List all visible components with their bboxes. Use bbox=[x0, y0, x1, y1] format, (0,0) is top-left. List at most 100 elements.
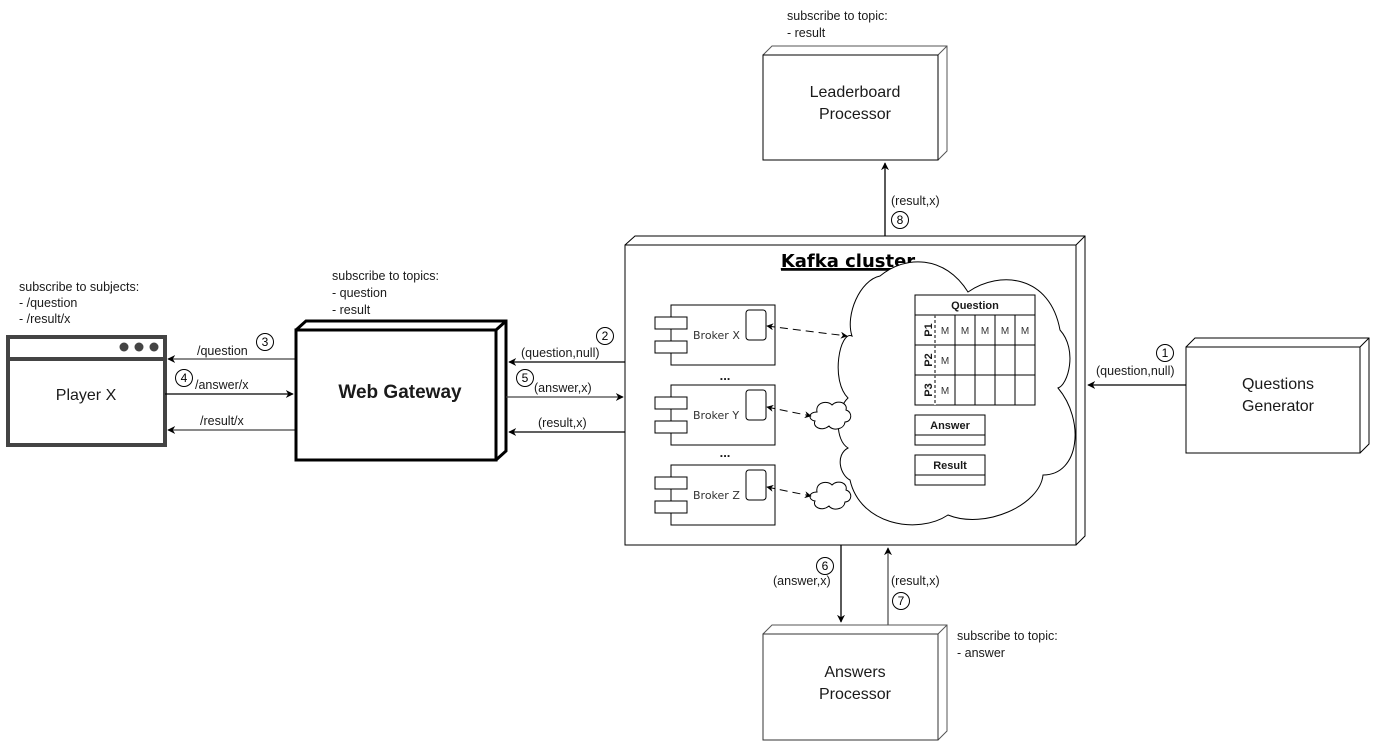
web-gateway-title: Web Gateway bbox=[338, 382, 462, 403]
player-note-line: - /question bbox=[19, 296, 77, 310]
broker-label: Broker Z bbox=[693, 489, 740, 502]
svg-text:8: 8 bbox=[897, 213, 904, 227]
broker-component: Broker Z bbox=[654, 464, 776, 526]
question-topic-title: Question bbox=[951, 300, 999, 312]
partition-row: P1 M M M M M bbox=[914, 314, 1036, 346]
question-topic-table: Question P1 M M M M M P2 M P3 M bbox=[914, 294, 1036, 406]
svg-text:3: 3 bbox=[262, 335, 269, 349]
message-label: M bbox=[941, 356, 949, 367]
flow-label: /result/x bbox=[200, 414, 245, 428]
web-gateway-node: Web Gateway bbox=[294, 319, 508, 462]
flow-label: (question,null) bbox=[521, 346, 600, 360]
message-label: M bbox=[941, 386, 949, 397]
answers-processor-note-line: subscribe to topic: bbox=[957, 629, 1058, 643]
architecture-diagram: subscribe to subjects: - /question - /re… bbox=[6, 9, 1370, 741]
step-badge: 6 bbox=[816, 557, 834, 575]
player-x-title: Player X bbox=[56, 387, 117, 404]
svg-text:6: 6 bbox=[822, 559, 829, 573]
partition-label: P3 bbox=[923, 383, 935, 396]
flow-answer-to-gateway: /answer/x 4 bbox=[165, 369, 294, 398]
player-x-window: Player X bbox=[6, 335, 167, 447]
message-label: M bbox=[981, 326, 989, 337]
flow-answer-to-processor: (answer,x) 6 bbox=[773, 545, 845, 623]
broker-label: Broker Y bbox=[693, 409, 739, 422]
questions-generator-title: Generator bbox=[1242, 398, 1315, 415]
message-cell bbox=[1014, 344, 1036, 376]
broker-component: Broker X bbox=[654, 304, 776, 366]
answers-processor-note-line: - answer bbox=[957, 646, 1005, 660]
message-label: M bbox=[1021, 326, 1029, 337]
brokers: Broker X Broker Y Broker Z bbox=[654, 304, 776, 526]
step-badge: 5 bbox=[516, 369, 534, 387]
message-label: M bbox=[961, 326, 969, 337]
leaderboard-note: subscribe to topic: - result bbox=[787, 9, 888, 40]
player-note-line: subscribe to subjects: bbox=[19, 280, 139, 294]
answers-processor-title: Processor bbox=[819, 686, 892, 703]
partition-label: P2 bbox=[923, 353, 935, 366]
answers-processor-note: subscribe to topic: - answer bbox=[957, 629, 1058, 660]
svg-text:2: 2 bbox=[602, 329, 609, 343]
broker-label: Broker X bbox=[693, 329, 740, 342]
message-cell bbox=[974, 344, 996, 376]
flow-label: (question,null) bbox=[1096, 364, 1175, 378]
answers-processor-node: Answers Processor bbox=[762, 624, 948, 741]
gateway-note: subscribe to topics: - question - result bbox=[332, 269, 439, 317]
message-label: M bbox=[1001, 326, 1009, 337]
partition-label: P1 bbox=[923, 323, 935, 336]
flow-label: (answer,x) bbox=[773, 574, 831, 588]
broker-component: Broker Y bbox=[654, 384, 776, 446]
flow-result-to-player: /result/x bbox=[167, 414, 295, 434]
gateway-note-line: - question bbox=[332, 286, 387, 300]
broker-ellipsis: ... bbox=[720, 445, 731, 460]
flow-result-to-gateway: (result,x) bbox=[508, 416, 625, 436]
gateway-note-line: - result bbox=[332, 303, 371, 317]
gateway-note-line: subscribe to topics: bbox=[332, 269, 439, 283]
message-cell bbox=[954, 344, 976, 376]
player-note: subscribe to subjects: - /question - /re… bbox=[19, 280, 139, 326]
leaderboard-note-line: - result bbox=[787, 26, 826, 40]
questions-generator-title: Questions bbox=[1242, 376, 1314, 393]
svg-text:4: 4 bbox=[181, 371, 188, 385]
flow-label: (answer,x) bbox=[534, 381, 592, 395]
partition-row: P2 M bbox=[914, 344, 1036, 376]
window-dot-icon bbox=[119, 342, 129, 352]
step-badge: 4 bbox=[175, 369, 193, 387]
message-label: M bbox=[941, 326, 949, 337]
flow-answer-to-kafka: (answer,x) 5 bbox=[506, 369, 624, 401]
answer-topic: Answer bbox=[914, 414, 986, 446]
step-badge: 7 bbox=[892, 592, 910, 610]
leaderboard-processor-title: Leaderboard bbox=[810, 84, 901, 101]
leaderboard-processor-title: Processor bbox=[819, 106, 892, 123]
partition-row: P3 M bbox=[914, 374, 1036, 406]
result-topic-title: Result bbox=[933, 460, 967, 472]
flow-question-to-gateway: (question,null) 2 bbox=[508, 327, 625, 366]
flow-question-to-kafka: (question,null) 1 bbox=[1087, 344, 1186, 389]
flow-label: (result,x) bbox=[891, 574, 940, 588]
answers-processor-title: Answers bbox=[824, 664, 885, 681]
questions-generator-node: Questions Generator bbox=[1185, 337, 1370, 454]
leaderboard-note-line: subscribe to topic: bbox=[787, 9, 888, 23]
message-cell bbox=[974, 374, 996, 406]
result-topic: Result bbox=[914, 454, 986, 486]
flow-label: /answer/x bbox=[195, 378, 249, 392]
message-cell bbox=[954, 374, 976, 406]
step-badge: 8 bbox=[891, 211, 909, 229]
flow-result-to-leaderboard: (result,x) 8 bbox=[881, 162, 940, 236]
flow-question-to-player: /question 3 bbox=[167, 333, 295, 363]
message-cell bbox=[1014, 374, 1036, 406]
answer-topic-title: Answer bbox=[930, 420, 970, 432]
flow-label: (result,x) bbox=[538, 416, 587, 430]
step-badge: 1 bbox=[1156, 344, 1174, 362]
window-dot-icon bbox=[149, 342, 159, 352]
step-badge: 2 bbox=[596, 327, 614, 345]
window-dot-icon bbox=[134, 342, 144, 352]
svg-text:7: 7 bbox=[898, 594, 905, 608]
leaderboard-processor-node: Leaderboard Processor bbox=[762, 45, 948, 161]
player-note-line: - /result/x bbox=[19, 312, 71, 326]
flow-label: (result,x) bbox=[891, 194, 940, 208]
svg-text:5: 5 bbox=[522, 371, 529, 385]
svg-text:1: 1 bbox=[1162, 346, 1169, 360]
flow-result-to-kafka: (result,x) 7 bbox=[884, 547, 940, 625]
flow-label: /question bbox=[197, 344, 248, 358]
broker-ellipsis: ... bbox=[720, 368, 731, 383]
